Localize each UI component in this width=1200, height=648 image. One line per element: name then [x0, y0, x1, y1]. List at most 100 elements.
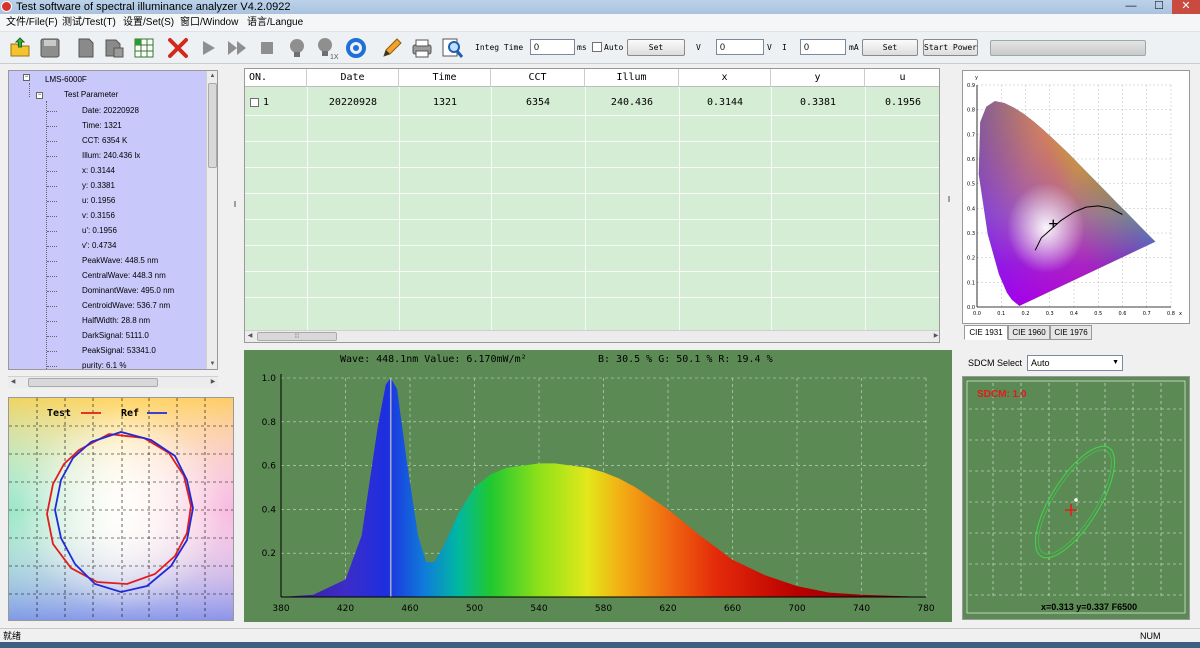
bulb-1x-icon[interactable]: 1X [315, 36, 339, 60]
cie-y-axis-label: y [975, 75, 978, 81]
tree-vscroll-thumb[interactable] [208, 83, 217, 168]
maximize-button[interactable]: ☐ [1146, 0, 1172, 14]
current-input[interactable]: 0 [800, 39, 846, 55]
integ-time-label: Integ Time [475, 43, 524, 52]
tab-cie-1931[interactable]: CIE 1931 [964, 325, 1008, 340]
sdcm-measured-point [1074, 498, 1078, 502]
col-header-u[interactable]: u [865, 69, 939, 87]
tree-item[interactable]: PeakWave: 448.5 nm [82, 256, 158, 266]
sdcm-svg: SDCM: 1.0 x=0.313 y=0.337 F6500 [966, 380, 1186, 614]
tab-cie-1960[interactable]: CIE 1960 [1008, 325, 1050, 340]
tree-item[interactable]: u': 0.1956 [82, 226, 117, 236]
integ-time-input[interactable]: 0 [530, 39, 575, 55]
close-button[interactable]: ✕ [1172, 0, 1200, 14]
tree-item[interactable]: HalfWidth: 28.8 nm [82, 316, 150, 326]
refresh-icon[interactable] [344, 36, 368, 60]
tree-item[interactable]: purity: 6.1 % [82, 361, 126, 369]
set-integ-button[interactable]: Set [627, 39, 685, 56]
stop-icon[interactable] [255, 36, 279, 60]
col-header-date[interactable]: Date [307, 69, 399, 87]
spectrum-svg[interactable]: 380 420 460 500 540 580 620 660 700 740 780 1.0 0.8 0… [244, 350, 952, 622]
tree-item[interactable]: CCT: 6354 K [82, 136, 127, 146]
menu-file[interactable]: 文件/File(F) [6, 17, 58, 29]
chevron-down-icon[interactable]: ▼ [1112, 356, 1119, 370]
tree-item[interactable]: Illum: 240.436 lx [82, 151, 140, 161]
auto-checkbox[interactable] [592, 42, 602, 52]
tree-group[interactable]: Test Parameter [64, 90, 118, 100]
tree-hscrollbar[interactable]: ◀ ▶ [8, 376, 218, 388]
menu-langue[interactable]: 语言/Langue [247, 17, 303, 29]
minimize-button[interactable]: — [1118, 0, 1144, 14]
table-hscrollbar[interactable]: ◀ ⁞⁞⁞ ▶ [245, 330, 939, 342]
tree-collapse-root[interactable]: − [23, 74, 30, 81]
status-text: 就绪 [3, 631, 22, 641]
tree-item[interactable]: x: 0.3144 [82, 166, 115, 176]
row-checkbox[interactable] [250, 98, 259, 107]
results-table: ON. Date Time CCT Illum x y u 1 20220928… [244, 68, 940, 343]
copy-icon[interactable] [74, 36, 98, 60]
cie-diagram: 0.0 0.1 0.2 0.3 0.4 0.5 0.6 0.7 0.8 0.9 0.8 0.7 0.6 0… [962, 70, 1190, 324]
tree-item[interactable]: y: 0.3381 [82, 181, 115, 191]
tree-hscroll-thumb[interactable] [28, 378, 158, 387]
table-scroll-right-arrow[interactable]: ▶ [931, 331, 939, 341]
tab-cie-1976[interactable]: CIE 1976 [1050, 325, 1092, 340]
x-tick-label: 740 [853, 604, 870, 614]
play-icon[interactable] [196, 36, 220, 60]
tree-item[interactable]: u: 0.1956 [82, 196, 115, 206]
x-tick-label: 380 [272, 604, 289, 614]
cie-locus-fill [978, 101, 1156, 306]
cie-x-tick: 0.5 [1094, 311, 1102, 317]
menu-set[interactable]: 设置/Set(S) [123, 17, 174, 29]
pencil-icon[interactable] [380, 36, 404, 60]
col-header-y[interactable]: y [771, 69, 865, 87]
save-icon[interactable] [38, 36, 62, 60]
cie-y-tick: 0.7 [967, 132, 975, 138]
tree-item[interactable]: Time: 1321 [82, 121, 122, 131]
col-header-on[interactable]: ON. [245, 69, 307, 87]
tree-collapse-group[interactable]: − [36, 92, 43, 99]
bulb-icon[interactable] [285, 36, 309, 60]
scroll-left-arrow[interactable]: ◀ [8, 377, 18, 387]
tree-item[interactable]: PeakSignal: 53341.0 [82, 346, 156, 356]
tree-item[interactable]: CentralWave: 448.3 nm [82, 271, 166, 281]
tree-vscrollbar[interactable]: ▲ ▼ [206, 71, 217, 369]
tree-item[interactable]: DominantWave: 495.0 nm [82, 286, 174, 296]
menu-window[interactable]: 窗口/Window [180, 17, 238, 29]
scroll-right-arrow[interactable]: ▶ [208, 377, 218, 387]
paste-icon[interactable] [102, 36, 126, 60]
tree-root[interactable]: LMS-6000F [45, 75, 87, 85]
tree-item[interactable]: v': 0.4734 [82, 241, 116, 251]
set-power-button[interactable]: Set [862, 39, 918, 56]
col-header-time[interactable]: Time [399, 69, 491, 87]
left-splitter[interactable]: ‖ [232, 200, 238, 209]
cie-y-tick: 0.1 [967, 280, 975, 286]
right-splitter[interactable]: ‖ [946, 195, 952, 204]
cie-x-tick: 0.2 [1022, 311, 1030, 317]
tree-item[interactable]: Date: 20220928 [82, 106, 139, 116]
delete-icon[interactable] [166, 36, 190, 60]
printer-icon[interactable] [410, 36, 434, 60]
table-hscroll-thumb[interactable]: ⁞⁞⁞ [257, 332, 337, 341]
progress-bar [990, 40, 1146, 56]
tree-item[interactable]: DarkSignal: 5111.0 [82, 331, 149, 341]
tree-item[interactable]: CentroidWave: 536.7 nm [82, 301, 170, 311]
tree-item[interactable]: v: 0.3156 [82, 211, 115, 221]
x-tick-label: 580 [595, 604, 612, 614]
menu-test[interactable]: 测试/Test(T) [62, 17, 116, 29]
open-folder-icon[interactable] [8, 36, 32, 60]
table-scroll-left-arrow[interactable]: ◀ [245, 331, 255, 341]
col-header-cct[interactable]: CCT [491, 69, 585, 87]
magnifier-icon[interactable] [440, 36, 464, 60]
fast-forward-icon[interactable] [225, 36, 249, 60]
cie-svg[interactable]: 0.0 0.1 0.2 0.3 0.4 0.5 0.6 0.7 0.8 0.9 0.8 0.7 0.6 0… [963, 71, 1191, 325]
col-header-x[interactable]: x [679, 69, 771, 87]
sdcm-select-value: Auto [1031, 358, 1050, 368]
scroll-down-arrow[interactable]: ▼ [207, 359, 217, 369]
x-tick-label: 620 [659, 604, 676, 614]
start-power-button[interactable]: Start Power [923, 39, 978, 56]
excel-icon[interactable] [132, 36, 156, 60]
sdcm-select[interactable]: Auto ▼ [1027, 355, 1123, 371]
scroll-up-arrow[interactable]: ▲ [207, 71, 217, 81]
voltage-input[interactable]: 0 [716, 39, 764, 55]
col-header-illum[interactable]: Illum [585, 69, 679, 87]
